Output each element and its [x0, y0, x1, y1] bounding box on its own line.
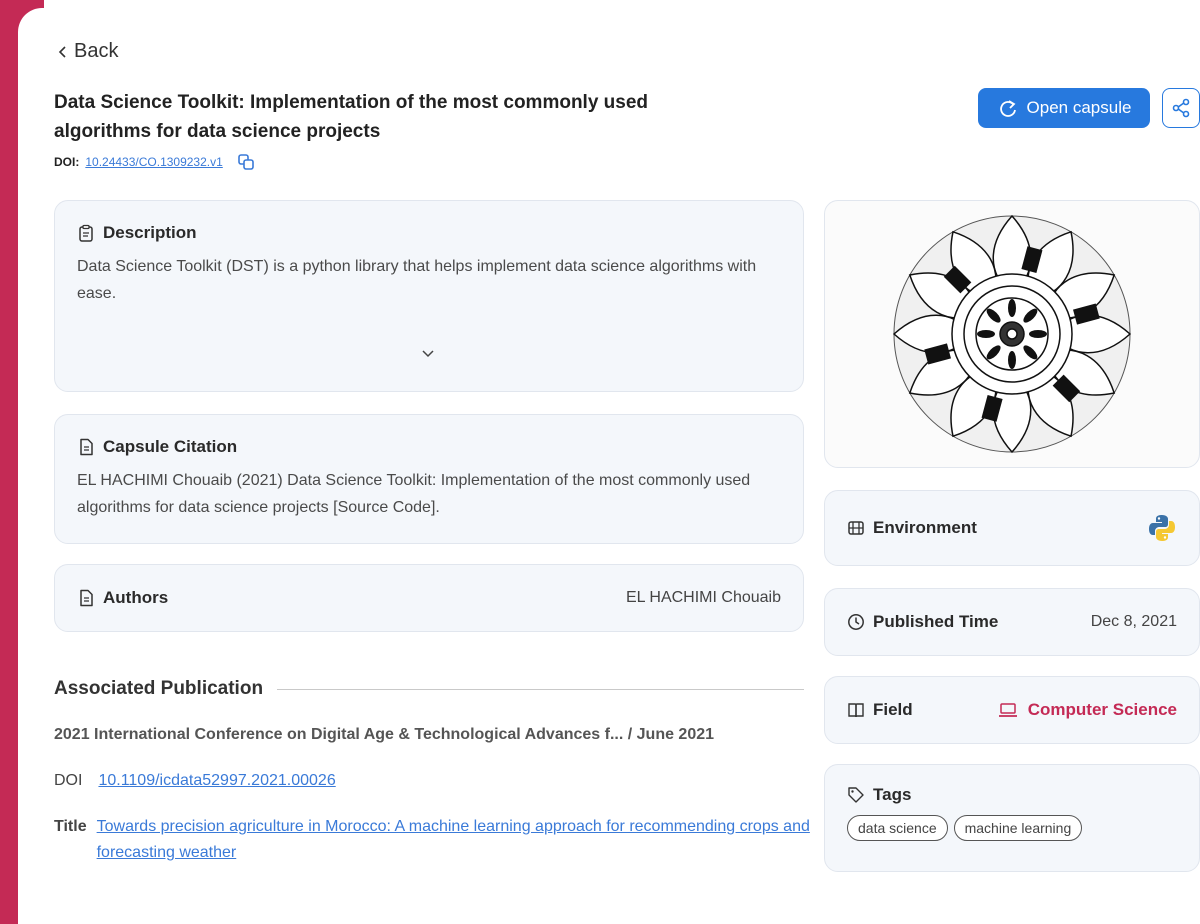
python-icon	[1149, 515, 1175, 541]
tag-chip[interactable]: machine learning	[953, 815, 1083, 841]
mandala-image	[892, 214, 1132, 454]
publication-doi-row: DOI 10.1109/icdata52997.2021.00026	[54, 772, 336, 790]
published-time-header: Published Time	[847, 612, 998, 632]
copy-icon[interactable]	[237, 153, 255, 171]
publication-title-row: Title Towards precision agriculture in M…	[54, 818, 814, 866]
open-capsule-button[interactable]: Open capsule	[978, 88, 1150, 128]
publication-doi-label: DOI	[54, 772, 83, 789]
tag-list: data science machine learning	[847, 815, 1177, 841]
laptop-icon	[998, 703, 1017, 717]
environment-header: Environment	[847, 518, 977, 538]
associated-publication-heading: Associated Publication	[54, 678, 264, 699]
published-time-card: Published Time Dec 8, 2021	[824, 588, 1200, 656]
capsule-page: Back Data Science Toolkit: Implementatio…	[18, 8, 1200, 924]
description-card: Description Data Science Toolkit (DST) i…	[54, 200, 804, 392]
description-header: Description	[77, 223, 781, 243]
capsule-cover-image	[824, 200, 1200, 468]
doi-link[interactable]: 10.24433/CO.1309232.v1	[85, 155, 222, 169]
citation-header: Capsule Citation	[77, 437, 781, 457]
authors-heading: Authors	[103, 588, 169, 607]
chevron-left-icon	[58, 45, 66, 58]
environment-icon	[848, 521, 864, 535]
share-icon	[1172, 98, 1190, 118]
tag-chip[interactable]: data science	[847, 815, 948, 841]
tag-icon	[848, 787, 864, 803]
back-link[interactable]: Back	[56, 40, 118, 63]
open-capsule-label: Open capsule	[1026, 98, 1132, 117]
field-value: Computer Science	[998, 700, 1177, 720]
clock-icon	[848, 614, 864, 630]
authors-header: Authors	[77, 588, 168, 608]
chevron-down-icon[interactable]	[420, 346, 436, 362]
divider	[277, 688, 804, 690]
redo-arrow-icon	[999, 100, 1016, 117]
document-icon	[80, 589, 93, 607]
document-icon	[80, 438, 93, 456]
publication-doi-link[interactable]: 10.1109/icdata52997.2021.00026	[98, 772, 335, 790]
authors-card: Authors EL HACHIMI Chouaib	[54, 564, 804, 632]
citation-card: Capsule Citation EL HACHIMI Chouaib (202…	[54, 414, 804, 544]
field-heading: Field	[873, 700, 913, 719]
environment-card: Environment	[824, 490, 1200, 566]
page-title: Data Science Toolkit: Implementation of …	[54, 92, 649, 142]
authors-value: EL HACHIMI Chouaib	[625, 589, 781, 606]
tags-heading: Tags	[873, 785, 912, 804]
tags-header: Tags	[847, 785, 1177, 805]
publication-title-link[interactable]: Towards precision agriculture in Morocco…	[97, 814, 814, 866]
publication-venue: 2021 International Conference on Digital…	[54, 726, 715, 743]
doi-label: DOI:	[54, 155, 80, 169]
clipboard-icon	[79, 224, 93, 242]
environment-heading: Environment	[873, 518, 977, 537]
description-text: Data Science Toolkit (DST) is a python l…	[77, 258, 757, 302]
back-label: Back	[74, 40, 119, 62]
doi-line: DOI: 10.24433/CO.1309232.v1	[54, 153, 255, 171]
publication-title-label: Title	[54, 818, 87, 835]
tags-card: Tags data science machine learning	[824, 764, 1200, 872]
share-button[interactable]	[1162, 88, 1200, 128]
book-icon	[848, 703, 864, 718]
citation-text: EL HACHIMI Chouaib (2021) Data Science T…	[77, 472, 751, 516]
associated-publication-header: Associated Publication	[54, 678, 804, 700]
published-time-value: Dec 8, 2021	[1090, 613, 1177, 630]
citation-heading: Capsule Citation	[103, 437, 238, 456]
field-card: Field Computer Science	[824, 676, 1200, 744]
published-time-heading: Published Time	[873, 612, 999, 631]
field-header: Field	[847, 700, 913, 720]
field-value-label: Computer Science	[1027, 700, 1177, 719]
description-heading: Description	[103, 223, 197, 242]
